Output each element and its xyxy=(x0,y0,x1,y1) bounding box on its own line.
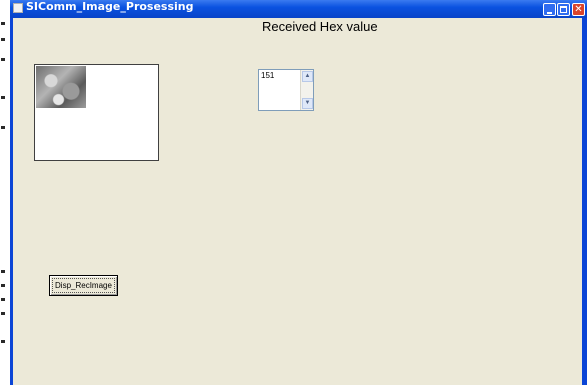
desktop-mark xyxy=(1,340,5,343)
app-icon[interactable] xyxy=(13,3,23,13)
desktop-mark xyxy=(1,126,5,129)
desktop-mark xyxy=(1,38,5,41)
maximize-icon[interactable] xyxy=(557,3,570,16)
desktop-mark xyxy=(1,270,5,273)
hex-value-textbox[interactable]: 151 ▲ ▼ xyxy=(258,69,314,111)
desktop-mark xyxy=(1,298,5,301)
desktop-mark xyxy=(1,22,5,25)
form-client-area: Received Hex value 151 ▲ ▼ Disp_RecImage xyxy=(13,18,582,385)
desktop-mark xyxy=(1,284,5,287)
scroll-down-icon[interactable]: ▼ xyxy=(302,98,313,109)
minimize-icon[interactable] xyxy=(543,3,556,16)
hex-value-text[interactable]: 151 xyxy=(261,71,274,81)
desktop-mark xyxy=(1,58,5,61)
image-thumbnail xyxy=(36,66,86,108)
disp-recimage-button[interactable]: Disp_RecImage xyxy=(49,275,118,296)
window-title: SIComm_Image_Prosessing xyxy=(26,0,194,13)
desktop-mark xyxy=(1,312,5,315)
scroll-up-icon[interactable]: ▲ xyxy=(302,71,313,82)
app-window: SIComm_Image_Prosessing ✕ Received Hex v… xyxy=(10,0,587,385)
title-bar[interactable]: SIComm_Image_Prosessing ✕ xyxy=(10,0,587,18)
desktop-mark xyxy=(1,96,5,99)
received-hex-heading: Received Hex value xyxy=(262,19,378,34)
close-icon[interactable]: ✕ xyxy=(572,3,585,16)
received-image-picturebox xyxy=(34,64,159,161)
textbox-scrollbar[interactable]: ▲ ▼ xyxy=(300,70,313,110)
